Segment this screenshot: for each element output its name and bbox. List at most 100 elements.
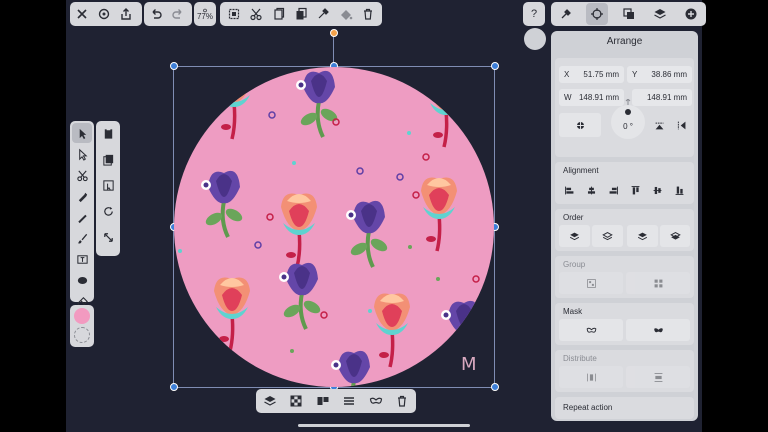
tab-tools[interactable] <box>555 3 577 25</box>
zoom-control[interactable]: 77% <box>194 2 216 26</box>
redo-icon <box>172 9 182 19</box>
inspector-tabs <box>551 2 706 26</box>
clipboard-icon <box>104 127 112 139</box>
align-button[interactable] <box>338 390 360 412</box>
width-field[interactable]: W 148.91 mm <box>559 89 624 106</box>
pen-icon <box>78 192 87 202</box>
flip-horizontal-icon <box>677 121 685 129</box>
align-bottom-button[interactable] <box>670 179 690 201</box>
share-button[interactable] <box>115 3 137 25</box>
rotation-dial[interactable]: 0 ° <box>611 105 645 139</box>
bring-forward-button[interactable] <box>592 225 623 247</box>
alignment-buttons <box>559 179 690 201</box>
copy-button[interactable] <box>268 3 289 25</box>
group-button[interactable] <box>559 272 623 294</box>
help-button[interactable]: ? <box>523 2 545 26</box>
repeat-action-section[interactable]: Repeat action <box>555 397 694 419</box>
align-bottom-icon <box>676 186 684 195</box>
primary-color-swatch[interactable] <box>74 308 90 324</box>
close-icon <box>77 9 87 19</box>
edit-toolbar <box>220 2 382 26</box>
node-tool[interactable] <box>72 144 92 164</box>
paste-style-button[interactable] <box>335 3 356 25</box>
crosshair-icon <box>591 8 604 20</box>
paste-button[interactable] <box>290 3 311 25</box>
align-top-button[interactable] <box>626 179 646 201</box>
color-toggle-button[interactable] <box>524 28 546 50</box>
layers-icon <box>264 396 276 406</box>
brush-icon <box>77 233 87 244</box>
history-toolbar <box>144 2 192 26</box>
style-picker-button[interactable] <box>313 3 334 25</box>
move-tool[interactable] <box>72 123 92 143</box>
shape-tool[interactable] <box>72 270 92 290</box>
delete-selection-button[interactable] <box>391 390 413 412</box>
transparency-button[interactable] <box>285 390 307 412</box>
floral-circle[interactable] <box>174 67 494 387</box>
bring-to-front-button[interactable] <box>559 225 590 247</box>
mask-section: Mask <box>555 303 694 345</box>
settings-button[interactable] <box>93 3 115 25</box>
align-center-h-button[interactable] <box>581 179 601 201</box>
secondary-color-swatch[interactable] <box>74 327 90 343</box>
duplicate-button[interactable] <box>98 149 118 169</box>
app-screen: 77% ? M Arrange X 51.75 mm Y 38.86 mm W … <box>0 0 768 432</box>
distribute-vertical-button[interactable] <box>626 366 690 388</box>
send-backward-button[interactable] <box>627 225 658 247</box>
close-button[interactable] <box>71 3 93 25</box>
undo-button[interactable] <box>145 3 167 25</box>
pen-tool[interactable] <box>72 186 92 206</box>
layer-order-button[interactable] <box>259 390 281 412</box>
x-field[interactable]: X 51.75 mm <box>559 66 624 83</box>
align-left-button[interactable] <box>559 179 579 201</box>
clipboard-button[interactable] <box>98 123 118 143</box>
delete-button[interactable] <box>358 3 379 25</box>
scale-button[interactable] <box>98 227 118 247</box>
send-backward-icon <box>637 232 648 240</box>
rotation-handle[interactable] <box>330 29 338 37</box>
align-icon <box>344 397 355 405</box>
distribute-vertical-icon <box>654 372 662 382</box>
cut-button[interactable] <box>245 3 266 25</box>
mask-button[interactable] <box>559 319 623 341</box>
pencil-icon <box>77 214 87 223</box>
anchor-point-button[interactable] <box>559 113 601 137</box>
align-middle-button[interactable] <box>648 179 668 201</box>
text-tool[interactable] <box>72 249 92 269</box>
group-section: Group <box>555 256 694 298</box>
share-icon <box>121 8 131 20</box>
scissor-tool[interactable] <box>72 165 92 185</box>
repeat-action-label: Repeat action <box>563 403 613 412</box>
scissors-icon <box>76 169 88 181</box>
unmask-button[interactable] <box>626 319 690 341</box>
tab-add[interactable] <box>680 3 702 25</box>
y-field[interactable]: Y 38.86 mm <box>627 66 692 83</box>
text-box-icon <box>76 254 88 264</box>
ellipse-icon <box>77 276 87 284</box>
transform-button[interactable] <box>98 175 118 195</box>
redo-button[interactable] <box>167 3 189 25</box>
brush-tool[interactable] <box>72 228 92 248</box>
mask-button[interactable] <box>365 390 387 412</box>
tab-layers[interactable] <box>649 3 671 25</box>
height-field[interactable]: 148.91 mm <box>632 89 692 106</box>
distribute-horizontal-button[interactable] <box>559 366 623 388</box>
tab-style[interactable] <box>618 3 640 25</box>
ungroup-button[interactable] <box>626 272 690 294</box>
select-all-button[interactable] <box>223 3 244 25</box>
send-to-back-button[interactable] <box>660 225 690 247</box>
tab-arrange[interactable] <box>586 3 609 25</box>
flip-vertical-button[interactable] <box>649 113 669 137</box>
align-right-button[interactable] <box>603 179 623 201</box>
arrange-button[interactable] <box>312 390 334 412</box>
gear-icon <box>98 8 110 20</box>
rotate-icon <box>103 206 113 216</box>
transform-icon <box>102 179 114 191</box>
pencil-tool[interactable] <box>72 207 92 227</box>
rotate-button[interactable] <box>98 201 118 221</box>
align-left-icon <box>564 186 573 194</box>
home-indicator <box>298 424 470 427</box>
transform-section: X 51.75 mm Y 38.86 mm W 148.91 mm 148.91… <box>555 58 694 157</box>
flip-horizontal-button[interactable] <box>671 113 691 137</box>
panel-title: Arrange <box>606 36 643 47</box>
